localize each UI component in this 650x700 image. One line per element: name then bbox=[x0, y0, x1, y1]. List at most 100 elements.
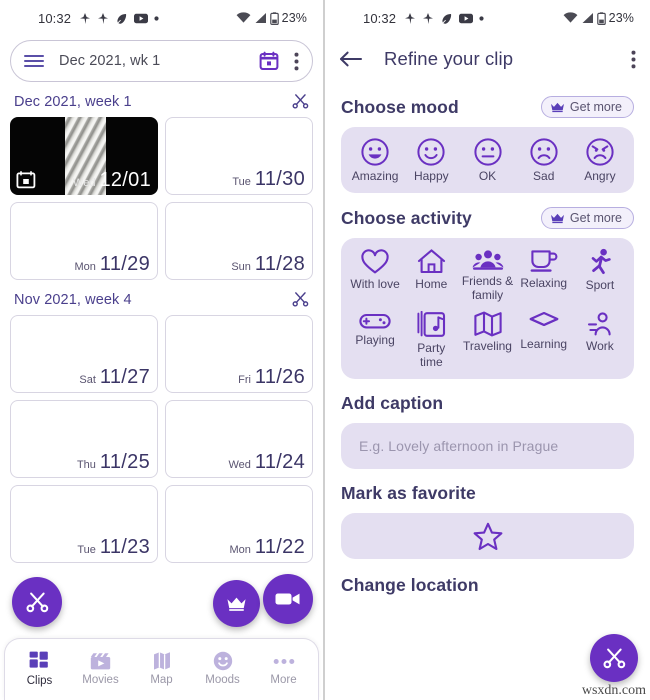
activity-item-playing[interactable]: Playing bbox=[347, 310, 403, 370]
clip-card[interactable]: Mon 11/29 bbox=[10, 202, 158, 280]
clip-card-dow: Wed bbox=[228, 459, 251, 471]
nav-item-moods[interactable]: Moods bbox=[192, 651, 253, 686]
activity-item-home[interactable]: Home bbox=[403, 247, 459, 303]
activity-chip-group: With love Home Friends & family Relaxing… bbox=[341, 238, 634, 380]
heart-icon bbox=[360, 248, 390, 275]
more-vertical-icon[interactable] bbox=[289, 52, 304, 71]
battery-icon bbox=[596, 11, 606, 25]
activity-item-friends-family[interactable]: Friends & family bbox=[459, 247, 515, 303]
clip-card[interactable]: Mon 11/22 bbox=[165, 485, 313, 563]
mood-item-sad[interactable]: Sad bbox=[516, 136, 572, 184]
premium-fab[interactable] bbox=[213, 580, 260, 627]
activity-item-relaxing[interactable]: Relaxing bbox=[516, 247, 572, 303]
section-title-favorite: Mark as favorite bbox=[341, 483, 476, 504]
mood-label: Happy bbox=[413, 169, 449, 183]
week-card-grid: Sat 11/27 Fri 11/26 Thu 11/25 Wed 11/24 Tue 1… bbox=[0, 315, 323, 563]
caption-section-header: Add caption bbox=[341, 379, 634, 423]
nav-label: Movies bbox=[82, 673, 119, 686]
clip-card[interactable]: Sun 11/28 bbox=[165, 202, 313, 280]
crown-icon bbox=[550, 212, 565, 224]
activity-label: Sport bbox=[585, 278, 615, 293]
nav-item-movies[interactable]: Movies bbox=[70, 652, 131, 686]
mood-item-angry[interactable]: Angry bbox=[572, 136, 628, 184]
clip-card-date: 11/30 bbox=[254, 168, 305, 190]
favorite-toggle[interactable] bbox=[341, 513, 634, 560]
get-more-label: Get more bbox=[569, 211, 622, 226]
clip-card[interactable]: Sat 11/27 bbox=[10, 315, 158, 393]
mood-item-ok[interactable]: OK bbox=[459, 136, 515, 184]
dual-phone-screenshot: 10:32 23% Dec 2021, wk 1 Dec 2021, week … bbox=[0, 0, 650, 700]
clip-card-date: 11/24 bbox=[254, 451, 305, 473]
nav-item-more[interactable]: More bbox=[253, 651, 314, 686]
clip-card-dow: Thu bbox=[76, 459, 96, 471]
cut-clip-fab[interactable] bbox=[12, 577, 62, 627]
activity-item-party-time[interactable]: Party time bbox=[403, 310, 459, 370]
mood-item-amazing[interactable]: Amazing bbox=[347, 136, 403, 184]
activity-item-sport[interactable]: Sport bbox=[572, 247, 628, 303]
activity-item-learning[interactable]: Learning bbox=[516, 310, 572, 370]
calendar-icon[interactable] bbox=[259, 51, 279, 71]
right-phone-panel: 10:32 23% Refine your clip Choose mood G… bbox=[325, 0, 650, 700]
clip-card[interactable]: Thu 11/25 bbox=[10, 400, 158, 478]
section-title-activity: Choose activity bbox=[341, 207, 472, 228]
record-video-fab[interactable] bbox=[263, 574, 313, 624]
music-note-icon bbox=[416, 311, 446, 339]
ellipsis-icon bbox=[273, 651, 295, 671]
clip-card-date: 11/27 bbox=[99, 366, 150, 388]
appbar-title: Dec 2021, wk 1 bbox=[59, 53, 161, 69]
watermark: wsxdn.com bbox=[581, 683, 646, 698]
scissors-icon[interactable] bbox=[292, 93, 309, 110]
hamburger-menu-icon[interactable] bbox=[23, 53, 45, 69]
nav-label: More bbox=[270, 674, 297, 686]
mood-item-happy[interactable]: Happy bbox=[403, 136, 459, 184]
clip-card[interactable]: Wed 12/01 bbox=[10, 117, 158, 195]
activity-label: With love bbox=[350, 277, 400, 292]
clip-card[interactable]: Fri 11/26 bbox=[165, 315, 313, 393]
status-notification-icons bbox=[404, 12, 484, 25]
clip-card-dow: Sun bbox=[231, 261, 251, 273]
clip-card-label: Sat 11/27 bbox=[79, 366, 150, 389]
clip-card-label: Sun 11/28 bbox=[231, 253, 305, 276]
clip-card-date: 11/23 bbox=[99, 536, 150, 558]
map-icon bbox=[473, 311, 502, 337]
get-more-activity-button[interactable]: Get more bbox=[540, 207, 634, 230]
clip-card[interactable]: Tue 11/23 bbox=[10, 485, 158, 563]
feather-icon bbox=[115, 12, 128, 25]
clip-card[interactable]: Wed 11/24 bbox=[165, 400, 313, 478]
mood-row: Amazing Happy OK Sad Angry bbox=[347, 136, 628, 184]
status-bar-left: 10:32 23% bbox=[0, 0, 323, 36]
app-search-bar[interactable]: Dec 2021, wk 1 bbox=[10, 40, 313, 82]
dot-icon bbox=[479, 15, 484, 21]
activity-label: Home bbox=[415, 277, 448, 292]
caption-input[interactable]: E.g. Lovely afternoon in Prague bbox=[341, 423, 634, 470]
activity-item-traveling[interactable]: Traveling bbox=[459, 310, 515, 370]
status-notification-icons bbox=[79, 12, 159, 25]
clip-card-date: 11/25 bbox=[99, 451, 150, 473]
clip-card-label: Tue 11/23 bbox=[77, 536, 150, 559]
activity-item-work[interactable]: Work bbox=[572, 310, 628, 370]
battery-icon bbox=[269, 11, 279, 25]
activity-item-with-love[interactable]: With love bbox=[347, 247, 403, 303]
more-vertical-icon[interactable] bbox=[631, 50, 636, 69]
nav-item-clips[interactable]: Clips bbox=[9, 651, 70, 687]
activity-label: Friends & family bbox=[461, 274, 514, 302]
bottom-navigation: Clips Movies Map Moods More bbox=[4, 638, 319, 700]
cut-clip-fab[interactable] bbox=[590, 634, 638, 682]
get-more-mood-button[interactable]: Get more bbox=[540, 96, 634, 118]
activity-label: Playing bbox=[355, 333, 395, 348]
clip-card-dow: Wed bbox=[73, 177, 96, 189]
nav-item-map[interactable]: Map bbox=[131, 651, 192, 686]
refine-sections: Choose mood Get more Amazing Happy OK Sa… bbox=[325, 82, 650, 596]
left-phone-panel: 10:32 23% Dec 2021, wk 1 Dec 2021, week … bbox=[0, 0, 325, 700]
week-title: Nov 2021, week 4 bbox=[14, 291, 132, 308]
scissors-icon[interactable] bbox=[292, 291, 309, 308]
week-card-grid: Wed 12/01 Tue 11/30 Mon 11/29 Sun 11/28 bbox=[0, 117, 323, 280]
signal-icon bbox=[254, 12, 267, 24]
clip-card-date: 11/28 bbox=[254, 253, 305, 275]
activity-row-1: With love Home Friends & family Relaxing… bbox=[347, 247, 628, 303]
status-bar-right: 10:32 23% bbox=[325, 0, 650, 36]
clip-card-label: Wed 11/24 bbox=[229, 451, 306, 474]
clip-card-dow: Mon bbox=[229, 544, 251, 556]
arrow-left-icon[interactable] bbox=[339, 50, 362, 68]
clip-card[interactable]: Tue 11/30 bbox=[165, 117, 313, 195]
